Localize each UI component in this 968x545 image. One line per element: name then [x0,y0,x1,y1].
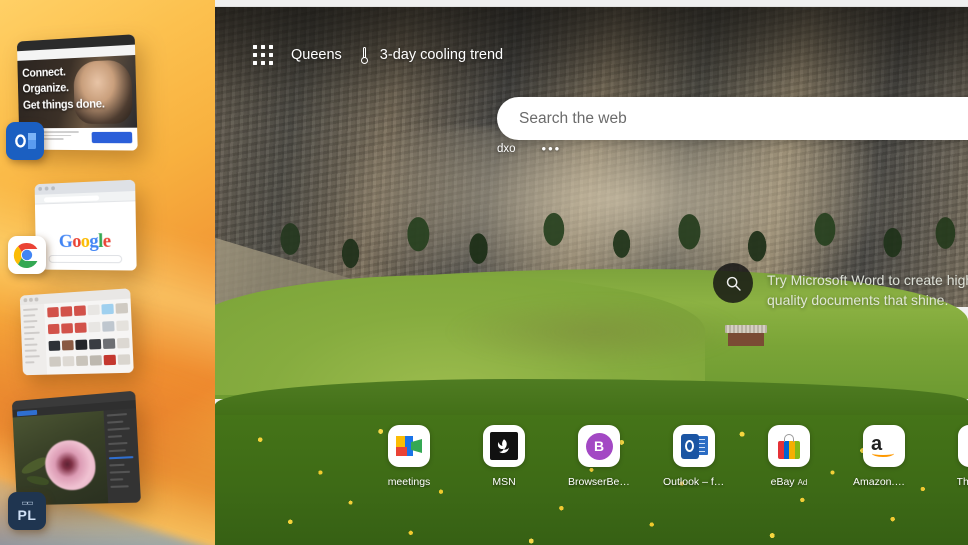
google-search-bar[interactable] [48,254,123,264]
weather-text: 3-day cooling trend [379,47,504,63]
promo-text: Try Microsoft Word to create high-qualit… [767,272,968,309]
search-box[interactable] [497,97,968,140]
photo-leaf [26,474,50,487]
shortcut-tile-browserbench[interactable]: B BrowserBen… [568,425,630,488]
search-promo[interactable]: Try Microsoft Word to create high-qualit… [713,263,968,311]
desktop-window-finder[interactable] [19,288,134,376]
finder-body [20,298,134,376]
shortcut-tile-ebay[interactable]: eBay Ad [765,425,813,488]
browser-toolbar-edge [215,0,968,7]
outlook-headline-2: Organize. [22,82,69,96]
shortcut-label: MSN [492,476,516,488]
browser-window[interactable]: Queens 3-day cooling trend dxo ••• [215,0,968,545]
recent-query-chip[interactable]: dxo [497,143,516,155]
search-subrow: dxo ••• [497,142,561,155]
msn-butterfly-icon [483,425,525,467]
dxo-glyph: ▭▭ [21,500,33,507]
photo-flower [43,439,97,492]
dxo-badge-text: PL [17,507,37,523]
dxo-photolab-icon[interactable]: ▭▭ PL [8,492,46,530]
chrome-icon[interactable] [8,236,46,274]
apps-grid-icon[interactable] [253,45,273,65]
background-hut [725,325,767,347]
macos-desktop[interactable]: Connect. Organize. Get things done. Goog… [0,0,215,545]
hut-wall [728,333,764,346]
shortcut-label-text: eBay [770,476,795,488]
google-logo: Google [58,230,111,253]
outlook-icon[interactable] [6,122,44,160]
shortcut-label: BrowserBen… [568,476,630,488]
ebay-bag-icon [768,425,810,467]
location-label[interactable]: Queens [291,47,342,63]
shortcut-label-text: Amazon.… [853,476,905,488]
shortcut-tile-amazon[interactable]: a Amazon.…Ad [853,425,915,488]
shortcut-tile-outlook[interactable]: Outlook – fr… [663,425,725,488]
shortcut-label: The Ne… [956,476,968,488]
browserbench-icon: B [578,425,620,467]
finder-file-grid[interactable] [44,299,134,375]
search-badge-icon [713,263,753,303]
shortcut-label: Outlook – fr… [663,476,725,488]
shortcut-tiles[interactable]: meetings MSN B BrowserBen… Outlook – fr…… [385,425,968,488]
shortcut-tile-msn[interactable]: MSN [480,425,528,488]
google-homepage: Google [34,201,137,271]
outlook-icon [673,425,715,467]
amazon-icon: a [863,425,905,467]
ad-badge: Ad [907,478,915,487]
google-meet-icon [388,425,430,467]
thermometer-icon [360,46,369,64]
desktop-window-dxo-photolab[interactable] [11,390,141,506]
ellipsis-icon[interactable]: ••• [542,142,562,155]
hut-roof [725,325,767,333]
dxo-adjust-panel[interactable] [103,408,141,504]
new-tab-page[interactable]: Queens 3-day cooling trend dxo ••• [215,7,968,545]
background-meadow-shadow [445,297,745,367]
outlook-headline-3: Get things done. [22,97,105,112]
finder-sidebar[interactable] [20,303,48,376]
nytimes-icon: a [958,425,968,467]
ad-badge: Ad [797,478,808,487]
shortcut-label: meetings [387,476,431,488]
shortcut-tile-meetings[interactable]: meetings [385,425,433,488]
dxo-body [12,408,141,506]
desktop-window-chrome[interactable]: Google [34,179,137,271]
shortcut-label: Amazon.…Ad [853,476,915,488]
outlook-cta-button[interactable] [91,131,133,144]
shortcut-label: eBay Ad [771,476,808,488]
weather-widget[interactable]: 3-day cooling trend [360,46,504,64]
shortcut-tile-nytimes[interactable]: a The Ne… [955,425,968,488]
outlook-hero: Connect. Organize. Get things done. [17,54,138,129]
search-input[interactable] [519,109,968,128]
page-topbar: Queens 3-day cooling trend [253,45,503,65]
